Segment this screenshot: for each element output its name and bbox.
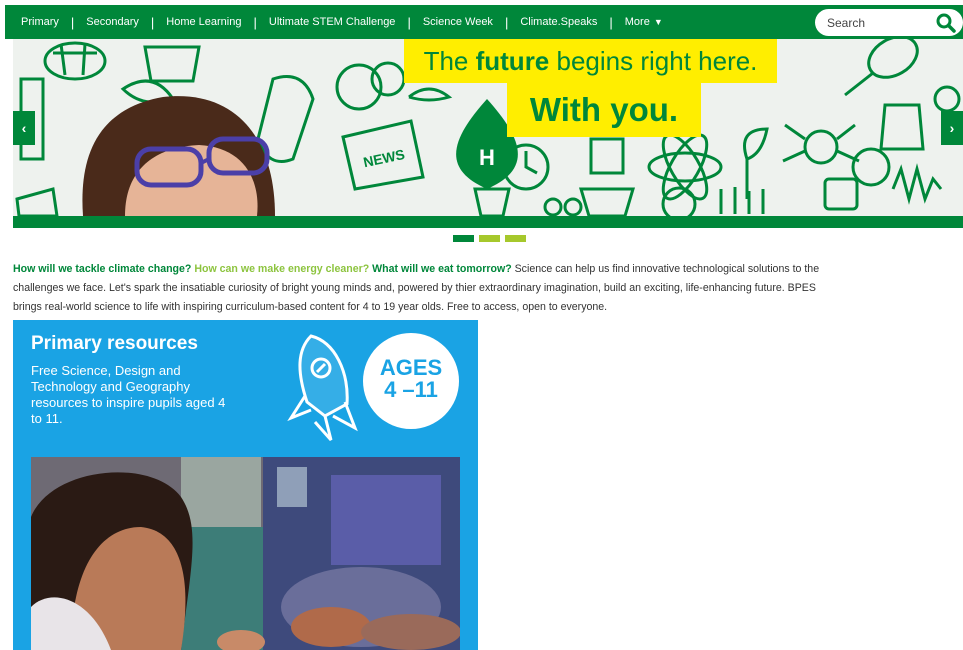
carousel-indicators xyxy=(453,235,526,242)
nav-item-science-week[interactable]: Science Week xyxy=(423,16,493,28)
question-energy: How can we make energy cleaner? xyxy=(194,263,370,275)
chevron-right-icon: › xyxy=(949,120,955,136)
chevron-down-icon: ▼ xyxy=(653,17,663,27)
newspaper-doodle-text: NEWS xyxy=(362,146,406,170)
nav-separator: | xyxy=(70,14,75,30)
primary-resources-card[interactable]: Primary resources Free Science, Design a… xyxy=(13,320,478,650)
primary-resources-photo xyxy=(31,457,460,650)
nav-item-primary[interactable]: Primary xyxy=(21,16,59,28)
nav-more-label: More xyxy=(624,16,650,28)
question-climate-change: How will we tackle climate change? xyxy=(13,263,192,275)
hero-tagline-with-you: With you. xyxy=(507,83,701,137)
hero-tagline-post: begins right here. xyxy=(549,46,758,76)
carousel-dot[interactable] xyxy=(505,235,526,242)
top-nav: Primary | Secondary | Home Learning | Ul… xyxy=(5,5,963,39)
carousel-dot[interactable] xyxy=(479,235,500,242)
ages-label: AGES xyxy=(379,355,443,380)
hero-bottom-bar xyxy=(13,216,963,228)
intro-line-2: challenges we face. Let's spark the insa… xyxy=(13,282,816,294)
nav-item-ultimate-stem-challenge[interactable]: Ultimate STEM Challenge xyxy=(269,16,396,28)
hero-banner: H NEWS The future begins right here. Wit… xyxy=(13,39,963,216)
svg-text:H: H xyxy=(479,145,495,170)
hero-tagline: The future begins right here. xyxy=(404,39,777,83)
chevron-left-icon: ‹ xyxy=(21,120,27,136)
hero-tagline-pre: The xyxy=(423,46,476,76)
search-box xyxy=(815,9,963,36)
nav-separator: | xyxy=(504,14,509,30)
intro-line-1: How will we tackle climate change? How c… xyxy=(13,260,963,279)
intro-line-1-rest: Science can help us find innovative tech… xyxy=(511,263,820,275)
nav-separator: | xyxy=(407,14,411,30)
search-icon[interactable] xyxy=(935,12,957,34)
card-description: Free Science, Design and Technology and … xyxy=(31,363,226,426)
hero-tagline-bold: future xyxy=(475,46,550,76)
intro-line-3: brings real-world science to life with i… xyxy=(13,301,608,313)
carousel-dot[interactable] xyxy=(453,235,474,242)
search-input[interactable] xyxy=(825,14,929,31)
nav-item-secondary[interactable]: Secondary xyxy=(86,16,139,28)
question-food: What will we eat tomorrow? xyxy=(372,263,512,275)
ages-badge: AGES 4 –11 xyxy=(363,333,459,429)
nav-item-climate-speaks[interactable]: Climate.Speaks xyxy=(520,16,597,28)
carousel-prev-button[interactable]: ‹ xyxy=(13,111,35,145)
nav-links: Primary | Secondary | Home Learning | Ul… xyxy=(5,5,663,39)
nav-separator: | xyxy=(253,14,257,30)
intro-text: How will we tackle climate change? How c… xyxy=(13,260,963,317)
nav-item-more[interactable]: More ▼ xyxy=(625,16,663,28)
nav-separator: | xyxy=(150,14,155,30)
ages-range: 4 –11 xyxy=(384,377,438,402)
carousel-next-button[interactable]: › xyxy=(941,111,963,145)
nav-item-home-learning[interactable]: Home Learning xyxy=(166,16,241,28)
rocket-icon xyxy=(287,334,358,441)
nav-separator: | xyxy=(609,14,613,30)
card-title: Primary resources xyxy=(31,333,198,354)
